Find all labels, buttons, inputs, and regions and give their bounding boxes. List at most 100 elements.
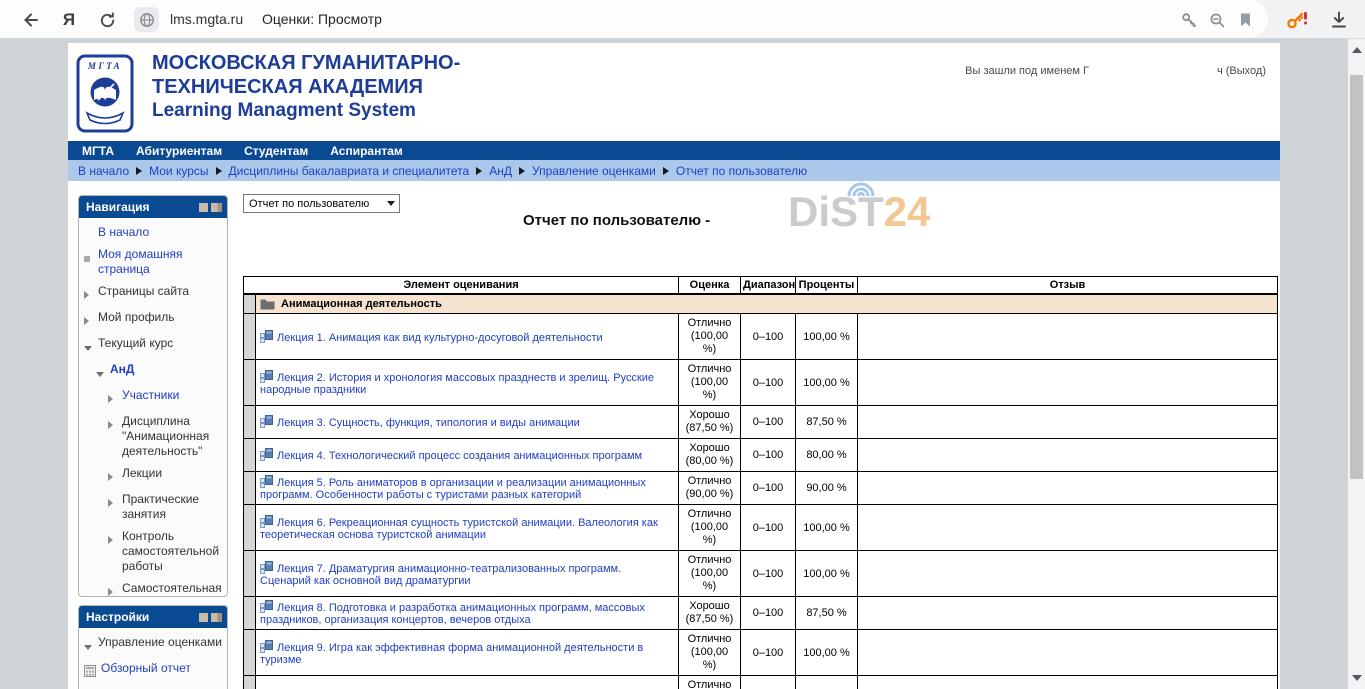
grade-item-link[interactable]: Лекция 1. Анимация как вид культурно-дос… xyxy=(260,332,603,344)
nav-item-and[interactable]: АнД xyxy=(84,362,224,381)
refresh-icon[interactable] xyxy=(96,9,118,31)
title-line-1: МОСКОВСКАЯ ГУМАНИТАРНО- xyxy=(152,51,460,75)
grade-item-link[interactable]: Лекция 9. Игра как эффективная форма ани… xyxy=(260,642,643,666)
bookmark-icon[interactable] xyxy=(1234,9,1256,31)
category-label: Анимационная деятельность xyxy=(281,298,442,310)
scrollbar-thumb[interactable] xyxy=(1350,75,1363,479)
scroll-down-icon[interactable] xyxy=(1352,675,1362,681)
item-cell: Лекция 5. Роль аниматоров в организации … xyxy=(256,472,679,505)
yandex-icon[interactable]: Я xyxy=(58,9,80,31)
collapse-block-icon[interactable] xyxy=(199,613,208,622)
breadcrumb-grade-admin[interactable]: Управление оценками xyxy=(532,164,656,178)
nav-item-lectures[interactable]: Лекции xyxy=(84,466,224,485)
indent-cell xyxy=(244,360,256,406)
chevron-right-icon[interactable] xyxy=(108,492,117,511)
table-row: Лекция 9. Игра как эффективная форма ани… xyxy=(244,630,1278,676)
table-row: Лекция 4. Технологический процесс создан… xyxy=(244,439,1278,472)
breadcrumb-user-report[interactable]: Отчет по пользователю xyxy=(676,164,807,178)
percent-cell: 80,00 % xyxy=(796,439,858,472)
chevron-right-icon[interactable] xyxy=(108,529,117,548)
back-icon[interactable] xyxy=(20,9,42,31)
nav-item-participants[interactable]: Участники xyxy=(84,388,224,407)
nav-item-control[interactable]: Контроль самостоятельной работы xyxy=(84,529,224,574)
nav-item-site-pages[interactable]: Страницы сайта xyxy=(84,284,224,303)
breadcrumb-my-courses[interactable]: Мои курсы xyxy=(149,164,208,178)
topnav-item-studentam[interactable]: Студентам xyxy=(244,144,308,158)
table-row: Лекция 8. Подготовка и разработка анимац… xyxy=(244,597,1278,630)
dock-block-icon[interactable] xyxy=(211,203,222,212)
chevron-down-icon[interactable] xyxy=(96,362,105,381)
chevron-right-icon[interactable] xyxy=(84,310,93,329)
grade-item-link[interactable]: Лекция 4. Технологический процесс создан… xyxy=(260,450,642,462)
item-cell: Лекция 6. Рекреационная сущность туристс… xyxy=(256,505,679,551)
title-line-2: ТЕХНИЧЕСКАЯ АКАДЕМИЯ xyxy=(152,75,460,99)
indent-cell xyxy=(244,551,256,597)
nav-item-my-home[interactable]: Моя домашняя страница xyxy=(84,247,224,277)
chevron-down-icon[interactable] xyxy=(84,336,93,355)
breadcrumb: В начало Мои курсы Дисциплины бакалавриа… xyxy=(68,160,1280,181)
nav-item-discipline[interactable]: Дисциплина "Анимационная деятельность" xyxy=(84,414,224,459)
vertical-scrollbar[interactable] xyxy=(1348,39,1365,689)
nav-item-home[interactable]: В начало xyxy=(84,225,224,240)
grade-item-label: Лекция 5. Роль аниматоров в организации … xyxy=(260,477,646,501)
table-header-row: Элемент оценивания Оценка Диапазон Проце… xyxy=(244,277,1278,295)
zoom-icon[interactable] xyxy=(1206,9,1228,31)
dock-block-icon[interactable] xyxy=(211,613,222,622)
grade-item-label: Лекция 4. Технологический процесс создан… xyxy=(277,450,642,462)
mgta-logo: МГТА xyxy=(76,54,134,133)
password-alert-icon[interactable] xyxy=(1286,9,1308,31)
grade-cell: Отлично(100,00 %) xyxy=(679,551,741,597)
grade-item-link[interactable]: Лекция 6. Рекреационная сущность туристс… xyxy=(260,517,658,541)
settings-item-grade-admin[interactable]: Управление оценками xyxy=(84,635,224,654)
report-type-select[interactable]: Отчет по пользователю xyxy=(243,194,400,213)
chevron-right-icon[interactable] xyxy=(108,466,117,485)
nav-item-selfwork[interactable]: Самостоятельная работа xyxy=(84,581,224,597)
table-row: Итоговое тестирование Отлично(100,00 %) … xyxy=(244,676,1278,689)
item-cell: Лекция 2. История и хронология массовых … xyxy=(256,360,679,406)
grade-item-link[interactable]: Лекция 8. Подготовка и разработка анимац… xyxy=(260,602,645,626)
topnav-item-mgta[interactable]: МГТА xyxy=(82,144,114,158)
grade-item-link[interactable]: Лекция 3. Сущность, функция, типология и… xyxy=(260,417,580,429)
navigation-title: Навигация xyxy=(86,200,150,214)
settings-block-header: Настройки xyxy=(79,606,227,628)
grade-cell: Хорошо(80,00 %) xyxy=(679,439,741,472)
nav-item-practice[interactable]: Практические занятия xyxy=(84,492,224,522)
scroll-up-icon[interactable] xyxy=(1352,47,1362,53)
grade-item-link[interactable]: Лекция 2. История и хронология массовых … xyxy=(260,372,654,396)
range-cell: 0–100 xyxy=(741,439,796,472)
topnav-item-abiturientam[interactable]: Абитуриентам xyxy=(136,144,222,158)
percent-cell: 100,00 % xyxy=(796,630,858,676)
percent-cell: 100,00 % xyxy=(796,314,858,360)
grade-item-link[interactable]: Лекция 5. Роль аниматоров в организации … xyxy=(260,477,646,501)
chevron-right-icon[interactable] xyxy=(84,284,93,303)
site-badge[interactable] xyxy=(134,7,159,32)
feedback-cell xyxy=(858,472,1278,505)
chevron-right-icon[interactable] xyxy=(108,581,117,597)
topnav-item-aspirantam[interactable]: Аспирантам xyxy=(330,144,403,158)
grade-item-label: Лекция 1. Анимация как вид культурно-дос… xyxy=(277,332,603,344)
key-icon[interactable] xyxy=(1178,9,1200,31)
breadcrumb-home[interactable]: В начало xyxy=(78,164,129,178)
chevron-right-icon[interactable] xyxy=(108,414,117,433)
page-tab-title: Оценки: Просмотр xyxy=(262,11,382,27)
settings-item-overview-report[interactable]: Обзорный отчет xyxy=(84,661,224,681)
range-cell: 0–100 xyxy=(741,630,796,676)
range-cell: 0–100 xyxy=(741,314,796,360)
logout-link[interactable]: ч (Выход) xyxy=(1217,65,1266,77)
nav-item-current-course[interactable]: Текущий курс xyxy=(84,336,224,355)
collapse-block-icon[interactable] xyxy=(199,203,208,212)
navigation-block-header: Навигация xyxy=(79,196,227,218)
percent-cell: 100,00 % xyxy=(796,551,858,597)
chevron-right-icon[interactable] xyxy=(108,388,117,407)
grade-item-link[interactable]: Лекция 7. Драматургия анимационно-театра… xyxy=(260,563,621,587)
url-text[interactable]: lms.mgta.ru xyxy=(170,11,243,27)
chevron-down-icon[interactable] xyxy=(84,635,93,654)
download-icon[interactable] xyxy=(1328,9,1350,31)
indent-cell xyxy=(244,597,256,630)
breadcrumb-course[interactable]: АнД xyxy=(489,164,512,178)
feedback-cell xyxy=(858,676,1278,689)
grades-table: Элемент оценивания Оценка Диапазон Проце… xyxy=(243,276,1278,689)
header-range: Диапазон xyxy=(741,277,796,295)
nav-item-my-profile[interactable]: Мой профиль xyxy=(84,310,224,329)
breadcrumb-disciplines[interactable]: Дисциплины бакалавриата и специалитета xyxy=(229,164,470,178)
